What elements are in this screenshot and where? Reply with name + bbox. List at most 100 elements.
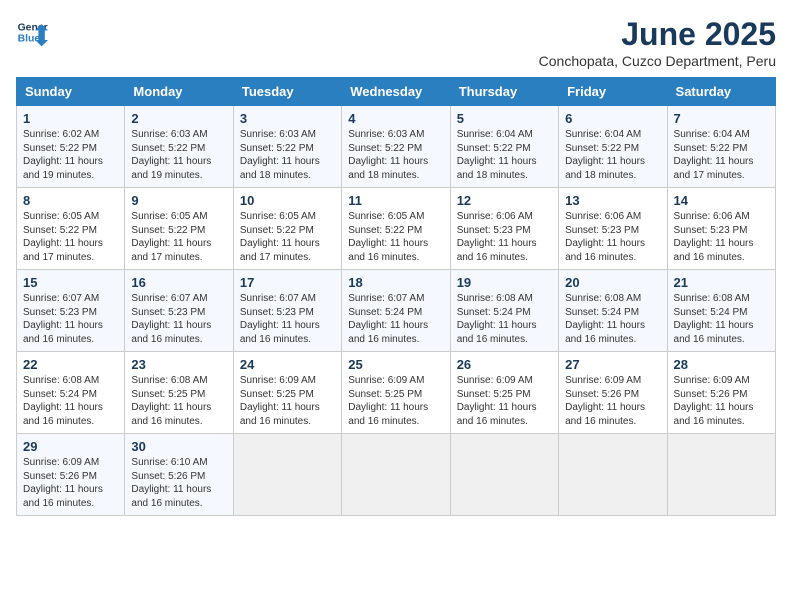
- day-info: Sunrise: 6:09 AM Sunset: 5:26 PM Dayligh…: [674, 374, 769, 428]
- calendar-row: 1 Sunrise: 6:02 AM Sunset: 5:22 PM Dayli…: [17, 106, 776, 188]
- day-number: 27: [565, 357, 660, 372]
- day-number: 23: [131, 357, 226, 372]
- header-friday: Friday: [559, 78, 667, 106]
- calendar-cell: [342, 434, 450, 516]
- page-header: General Blue June 2025 Conchopata, Cuzco…: [16, 16, 776, 69]
- calendar-cell: 17 Sunrise: 6:07 AM Sunset: 5:23 PM Dayl…: [233, 270, 341, 352]
- day-number: 10: [240, 193, 335, 208]
- day-info: Sunrise: 6:08 AM Sunset: 5:24 PM Dayligh…: [457, 292, 552, 346]
- day-number: 19: [457, 275, 552, 290]
- header-wednesday: Wednesday: [342, 78, 450, 106]
- day-info: Sunrise: 6:03 AM Sunset: 5:22 PM Dayligh…: [240, 128, 335, 182]
- calendar-cell: [450, 434, 558, 516]
- day-number: 7: [674, 111, 769, 126]
- day-info: Sunrise: 6:04 AM Sunset: 5:22 PM Dayligh…: [457, 128, 552, 182]
- day-info: Sunrise: 6:08 AM Sunset: 5:24 PM Dayligh…: [674, 292, 769, 346]
- calendar-row: 22 Sunrise: 6:08 AM Sunset: 5:24 PM Dayl…: [17, 352, 776, 434]
- day-info: Sunrise: 6:05 AM Sunset: 5:22 PM Dayligh…: [131, 210, 226, 264]
- day-info: Sunrise: 6:04 AM Sunset: 5:22 PM Dayligh…: [674, 128, 769, 182]
- day-info: Sunrise: 6:08 AM Sunset: 5:24 PM Dayligh…: [23, 374, 118, 428]
- calendar-cell: [559, 434, 667, 516]
- svg-text:Blue: Blue: [18, 34, 41, 45]
- day-number: 15: [23, 275, 118, 290]
- day-number: 21: [674, 275, 769, 290]
- calendar-cell: 14 Sunrise: 6:06 AM Sunset: 5:23 PM Dayl…: [667, 188, 775, 270]
- day-info: Sunrise: 6:08 AM Sunset: 5:25 PM Dayligh…: [131, 374, 226, 428]
- day-info: Sunrise: 6:06 AM Sunset: 5:23 PM Dayligh…: [457, 210, 552, 264]
- calendar-row: 8 Sunrise: 6:05 AM Sunset: 5:22 PM Dayli…: [17, 188, 776, 270]
- day-number: 25: [348, 357, 443, 372]
- day-number: 24: [240, 357, 335, 372]
- weekday-header-row: Sunday Monday Tuesday Wednesday Thursday…: [17, 78, 776, 106]
- day-number: 22: [23, 357, 118, 372]
- calendar-cell: [667, 434, 775, 516]
- calendar-cell: 30 Sunrise: 6:10 AM Sunset: 5:26 PM Dayl…: [125, 434, 233, 516]
- day-number: 5: [457, 111, 552, 126]
- day-info: Sunrise: 6:07 AM Sunset: 5:23 PM Dayligh…: [23, 292, 118, 346]
- day-number: 4: [348, 111, 443, 126]
- day-info: Sunrise: 6:05 AM Sunset: 5:22 PM Dayligh…: [23, 210, 118, 264]
- calendar-table: Sunday Monday Tuesday Wednesday Thursday…: [16, 77, 776, 516]
- calendar-cell: 21 Sunrise: 6:08 AM Sunset: 5:24 PM Dayl…: [667, 270, 775, 352]
- header-tuesday: Tuesday: [233, 78, 341, 106]
- header-thursday: Thursday: [450, 78, 558, 106]
- day-info: Sunrise: 6:09 AM Sunset: 5:26 PM Dayligh…: [23, 456, 118, 510]
- day-number: 26: [457, 357, 552, 372]
- calendar-cell: 16 Sunrise: 6:07 AM Sunset: 5:23 PM Dayl…: [125, 270, 233, 352]
- logo: General Blue: [16, 16, 48, 48]
- calendar-cell: 4 Sunrise: 6:03 AM Sunset: 5:22 PM Dayli…: [342, 106, 450, 188]
- day-info: Sunrise: 6:09 AM Sunset: 5:25 PM Dayligh…: [457, 374, 552, 428]
- calendar-cell: 25 Sunrise: 6:09 AM Sunset: 5:25 PM Dayl…: [342, 352, 450, 434]
- calendar-cell: [233, 434, 341, 516]
- day-info: Sunrise: 6:09 AM Sunset: 5:26 PM Dayligh…: [565, 374, 660, 428]
- day-info: Sunrise: 6:06 AM Sunset: 5:23 PM Dayligh…: [565, 210, 660, 264]
- day-info: Sunrise: 6:09 AM Sunset: 5:25 PM Dayligh…: [240, 374, 335, 428]
- day-info: Sunrise: 6:02 AM Sunset: 5:22 PM Dayligh…: [23, 128, 118, 182]
- day-number: 17: [240, 275, 335, 290]
- calendar-cell: 20 Sunrise: 6:08 AM Sunset: 5:24 PM Dayl…: [559, 270, 667, 352]
- day-info: Sunrise: 6:07 AM Sunset: 5:24 PM Dayligh…: [348, 292, 443, 346]
- day-number: 30: [131, 439, 226, 454]
- calendar-cell: 7 Sunrise: 6:04 AM Sunset: 5:22 PM Dayli…: [667, 106, 775, 188]
- calendar-cell: 28 Sunrise: 6:09 AM Sunset: 5:26 PM Dayl…: [667, 352, 775, 434]
- calendar-cell: 2 Sunrise: 6:03 AM Sunset: 5:22 PM Dayli…: [125, 106, 233, 188]
- day-number: 1: [23, 111, 118, 126]
- day-info: Sunrise: 6:04 AM Sunset: 5:22 PM Dayligh…: [565, 128, 660, 182]
- day-number: 9: [131, 193, 226, 208]
- day-number: 13: [565, 193, 660, 208]
- day-info: Sunrise: 6:06 AM Sunset: 5:23 PM Dayligh…: [674, 210, 769, 264]
- calendar-cell: 27 Sunrise: 6:09 AM Sunset: 5:26 PM Dayl…: [559, 352, 667, 434]
- day-number: 2: [131, 111, 226, 126]
- header-sunday: Sunday: [17, 78, 125, 106]
- calendar-cell: 1 Sunrise: 6:02 AM Sunset: 5:22 PM Dayli…: [17, 106, 125, 188]
- day-number: 29: [23, 439, 118, 454]
- day-number: 18: [348, 275, 443, 290]
- calendar-cell: 24 Sunrise: 6:09 AM Sunset: 5:25 PM Dayl…: [233, 352, 341, 434]
- calendar-row: 29 Sunrise: 6:09 AM Sunset: 5:26 PM Dayl…: [17, 434, 776, 516]
- calendar-cell: 5 Sunrise: 6:04 AM Sunset: 5:22 PM Dayli…: [450, 106, 558, 188]
- calendar-cell: 13 Sunrise: 6:06 AM Sunset: 5:23 PM Dayl…: [559, 188, 667, 270]
- calendar-cell: 22 Sunrise: 6:08 AM Sunset: 5:24 PM Dayl…: [17, 352, 125, 434]
- calendar-cell: 26 Sunrise: 6:09 AM Sunset: 5:25 PM Dayl…: [450, 352, 558, 434]
- day-number: 20: [565, 275, 660, 290]
- day-number: 8: [23, 193, 118, 208]
- day-number: 14: [674, 193, 769, 208]
- day-info: Sunrise: 6:09 AM Sunset: 5:25 PM Dayligh…: [348, 374, 443, 428]
- day-number: 11: [348, 193, 443, 208]
- calendar-cell: 11 Sunrise: 6:05 AM Sunset: 5:22 PM Dayl…: [342, 188, 450, 270]
- calendar-cell: 19 Sunrise: 6:08 AM Sunset: 5:24 PM Dayl…: [450, 270, 558, 352]
- day-number: 3: [240, 111, 335, 126]
- calendar-row: 15 Sunrise: 6:07 AM Sunset: 5:23 PM Dayl…: [17, 270, 776, 352]
- calendar-cell: 9 Sunrise: 6:05 AM Sunset: 5:22 PM Dayli…: [125, 188, 233, 270]
- calendar-cell: 15 Sunrise: 6:07 AM Sunset: 5:23 PM Dayl…: [17, 270, 125, 352]
- day-number: 12: [457, 193, 552, 208]
- day-number: 16: [131, 275, 226, 290]
- day-info: Sunrise: 6:03 AM Sunset: 5:22 PM Dayligh…: [131, 128, 226, 182]
- day-info: Sunrise: 6:08 AM Sunset: 5:24 PM Dayligh…: [565, 292, 660, 346]
- calendar-cell: 3 Sunrise: 6:03 AM Sunset: 5:22 PM Dayli…: [233, 106, 341, 188]
- calendar-cell: 8 Sunrise: 6:05 AM Sunset: 5:22 PM Dayli…: [17, 188, 125, 270]
- day-info: Sunrise: 6:07 AM Sunset: 5:23 PM Dayligh…: [240, 292, 335, 346]
- day-info: Sunrise: 6:10 AM Sunset: 5:26 PM Dayligh…: [131, 456, 226, 510]
- location-subtitle: Conchopata, Cuzco Department, Peru: [539, 53, 776, 69]
- day-info: Sunrise: 6:07 AM Sunset: 5:23 PM Dayligh…: [131, 292, 226, 346]
